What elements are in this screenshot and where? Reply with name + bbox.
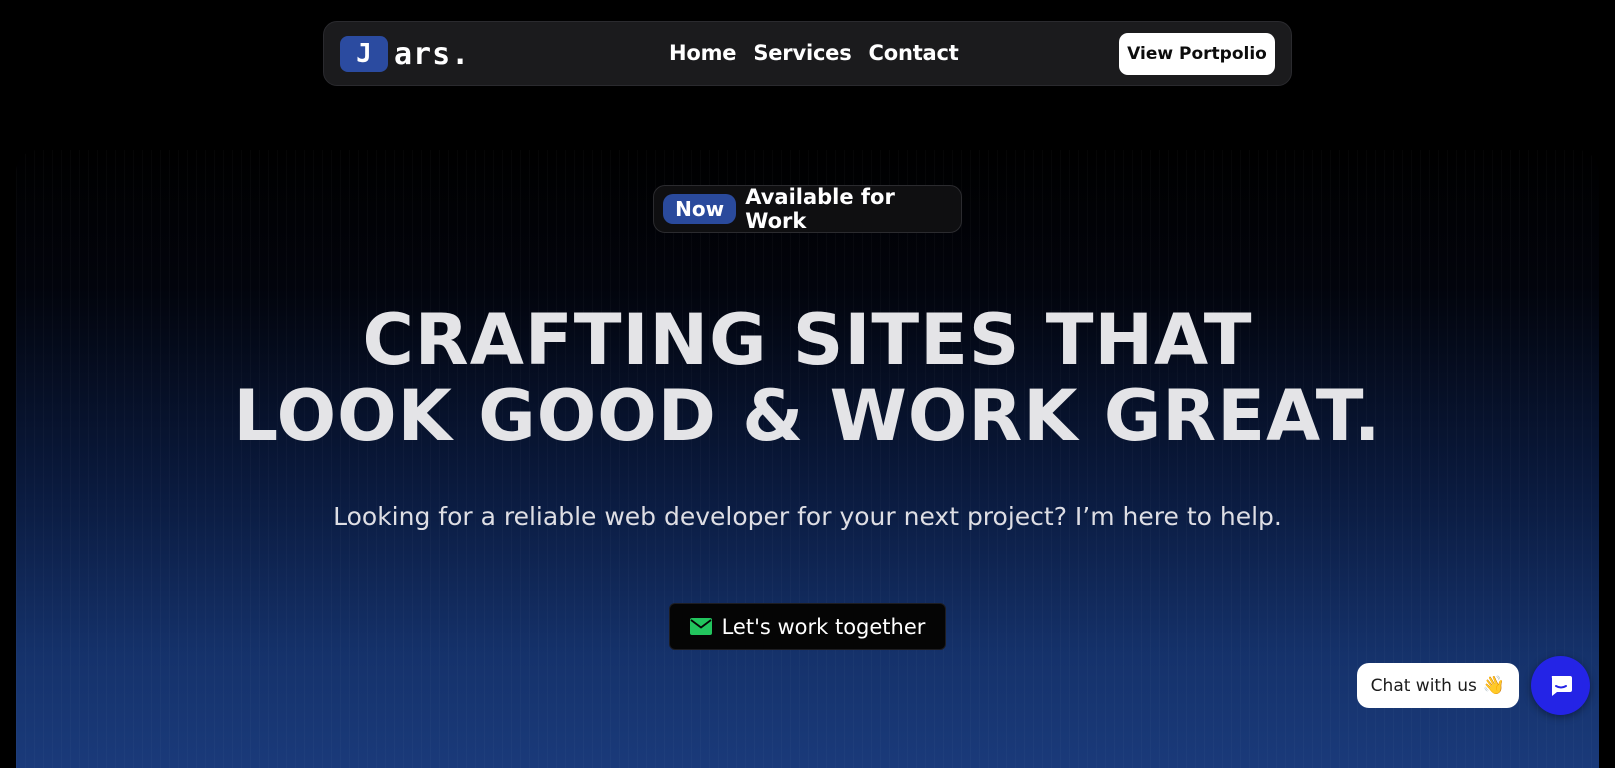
navbar: J ars. Home Services Contact View Portpo… — [323, 21, 1292, 86]
logo-text: ars. — [394, 36, 471, 72]
waving-hand-icon: 👋 — [1482, 675, 1506, 696]
now-pill: Now — [663, 194, 737, 224]
headline-line-1: CRAFTING SITES THAT — [362, 299, 1253, 381]
page: J ars. Home Services Contact View Portpo… — [0, 0, 1615, 768]
nav-links: Home Services Contact — [669, 41, 959, 65]
chat-icon — [1551, 675, 1572, 696]
logo[interactable]: J ars. — [340, 36, 470, 72]
work-together-button[interactable]: Let's work together — [669, 603, 946, 650]
nav-link-contact[interactable]: Contact — [869, 41, 959, 65]
logo-mark: J — [340, 36, 388, 72]
work-together-label: Let's work together — [721, 614, 926, 639]
chat-launcher-button[interactable] — [1531, 656, 1590, 715]
chat-bubble[interactable]: Chat with us 👋 — [1357, 663, 1519, 708]
availability-text: Available for Work — [745, 185, 895, 233]
nav-link-services[interactable]: Services — [753, 41, 851, 65]
envelope-icon — [689, 618, 712, 635]
nav-link-home[interactable]: Home — [669, 41, 737, 65]
hero-subtitle: Looking for a reliable web developer for… — [333, 502, 1282, 531]
availability-badge: Now Available for Work — [653, 185, 962, 233]
view-portfolio-button[interactable]: View Portpolio — [1119, 33, 1275, 75]
headline-line-2: LOOK GOOD & WORK GREAT. — [233, 375, 1382, 457]
chat-bubble-text: Chat with us — [1370, 675, 1477, 696]
